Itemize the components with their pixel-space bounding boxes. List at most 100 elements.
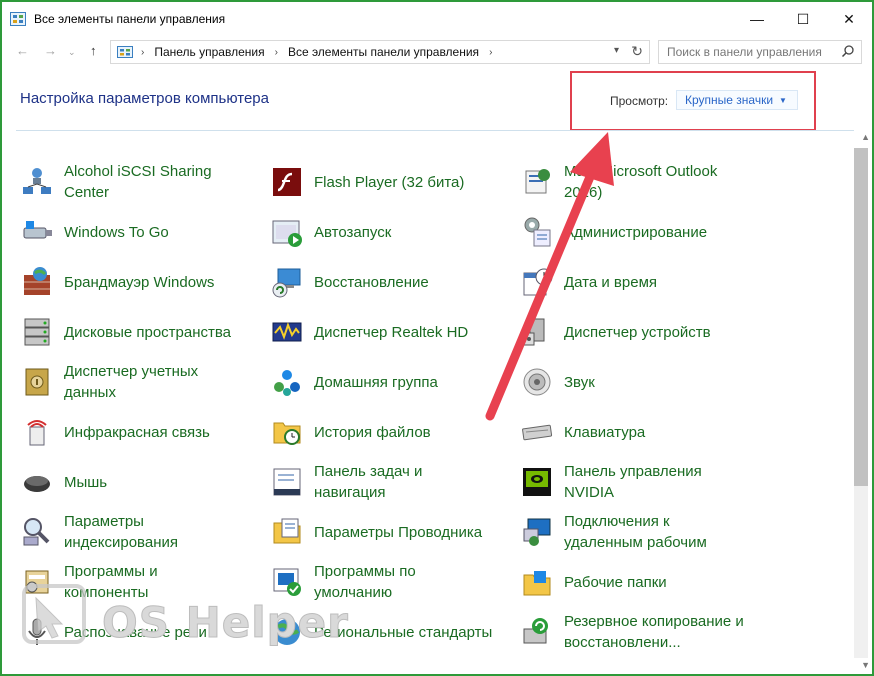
control-panel-item-label: Alcohol iSCSI Sharing Center bbox=[64, 163, 212, 201]
firewall-icon bbox=[20, 265, 54, 299]
control-panel-item-label: Дата и время bbox=[564, 273, 658, 291]
recent-dropdown-icon[interactable]: ⌄ bbox=[68, 47, 76, 58]
keyboard-icon bbox=[520, 415, 554, 449]
control-panel-item-label: История файлов bbox=[314, 423, 431, 441]
control-panel-item-label: Программы по умолчанию bbox=[314, 563, 416, 601]
control-panel-item[interactable]: Mail (Microsoft Outlook 2016) bbox=[520, 157, 760, 207]
up-arrow-icon[interactable]: ↑ bbox=[90, 43, 97, 58]
control-panel-item-label: Диспетчер учетных данных bbox=[64, 363, 199, 401]
forward-arrow-icon[interactable]: → bbox=[44, 43, 57, 58]
remote-desktop-icon bbox=[520, 515, 554, 549]
control-panel-item[interactable]: История файлов bbox=[270, 407, 510, 457]
scroll-down-icon[interactable]: ▼ bbox=[861, 660, 870, 670]
breadcrumb-control-panel[interactable]: Панель управления bbox=[154, 45, 264, 59]
back-arrow-icon[interactable]: ← bbox=[16, 43, 29, 58]
window-title: Все элементы панели управления bbox=[34, 12, 226, 26]
usb-drive-icon bbox=[20, 215, 54, 249]
search-input[interactable]: Поиск в панели управления bbox=[658, 40, 862, 64]
storage-spaces-icon bbox=[20, 315, 54, 349]
address-row: ← → ⌄ ↑ › Панель управления › Все элемен… bbox=[2, 36, 872, 68]
control-panel-item-label: Резервное копирование и восстановлени... bbox=[564, 613, 744, 651]
control-panel-item[interactable]: Восстановление bbox=[270, 257, 510, 307]
control-panel-item[interactable]: Клавиатура bbox=[520, 407, 760, 457]
minimize-button[interactable]: — bbox=[734, 2, 780, 36]
credential-vault-icon bbox=[20, 365, 54, 399]
mail-icon bbox=[520, 165, 554, 199]
search-placeholder: Поиск в панели управления bbox=[667, 45, 822, 59]
close-button[interactable]: ✕ bbox=[826, 2, 872, 36]
control-panel-item[interactable]: Диспетчер устройств bbox=[520, 307, 760, 357]
control-panel-item[interactable]: Панель управления NVIDIA bbox=[520, 457, 760, 507]
control-panel-item[interactable]: Дисковые пространства bbox=[20, 307, 260, 357]
control-panel-item-label: Мышь bbox=[64, 473, 108, 491]
file-history-icon bbox=[270, 415, 304, 449]
control-panel-item[interactable]: Параметры Проводника bbox=[270, 507, 510, 557]
control-panel-item[interactable]: Диспетчер учетных данных bbox=[20, 357, 260, 407]
control-panel-item-label: Диспетчер устройств bbox=[564, 323, 711, 341]
header-divider bbox=[16, 130, 854, 131]
breadcrumb-separator-icon: › bbox=[141, 46, 145, 58]
control-panel-item[interactable]: Alcohol iSCSI Sharing Center bbox=[20, 157, 260, 207]
control-panel-item[interactable]: Панель задач и навигация bbox=[270, 457, 510, 507]
breadcrumb-separator-icon: › bbox=[489, 46, 493, 58]
watermark-text: OS Helper bbox=[102, 598, 349, 648]
speaker-icon bbox=[520, 365, 554, 399]
control-panel-item-label: Инфракрасная связь bbox=[64, 423, 210, 441]
maximize-button[interactable]: ☐ bbox=[780, 2, 826, 36]
control-panel-item-label: Восстановление bbox=[314, 273, 429, 291]
control-panel-item[interactable]: Автозапуск bbox=[270, 207, 510, 257]
control-panel-window: Все элементы панели управления — ☐ ✕ ← →… bbox=[0, 0, 874, 676]
homegroup-icon bbox=[270, 365, 304, 399]
control-panel-item[interactable]: Инфракрасная связь bbox=[20, 407, 260, 457]
folder-options-icon bbox=[270, 515, 304, 549]
backup-icon bbox=[520, 615, 554, 649]
nvidia-icon bbox=[520, 465, 554, 499]
control-panel-item[interactable]: Диспетчер Realtek HD bbox=[270, 307, 510, 357]
network-share-icon bbox=[20, 165, 54, 199]
title-bar: Все элементы панели управления — ☐ ✕ bbox=[2, 2, 872, 36]
page-title: Настройка параметров компьютера bbox=[20, 90, 269, 107]
scrollbar-thumb[interactable] bbox=[854, 148, 868, 486]
control-panel-item[interactable]: Брандмауэр Windows bbox=[20, 257, 260, 307]
maximize-icon: ☐ bbox=[796, 10, 810, 27]
control-panel-item[interactable]: Flash Player (32 бита) bbox=[270, 157, 510, 207]
search-icon[interactable] bbox=[841, 44, 855, 58]
taskbar-icon bbox=[270, 465, 304, 499]
control-panel-item[interactable]: Дата и время bbox=[520, 257, 760, 307]
control-panel-item[interactable]: Windows To Go bbox=[20, 207, 260, 257]
control-panel-icon bbox=[10, 12, 26, 26]
admin-tools-icon bbox=[520, 215, 554, 249]
control-panel-item[interactable]: Звук bbox=[520, 357, 760, 407]
control-panel-item-label: Дисковые пространства bbox=[64, 323, 232, 341]
mouse-icon bbox=[20, 465, 54, 499]
minimize-icon: — bbox=[750, 11, 764, 27]
scroll-up-icon[interactable]: ▲ bbox=[861, 132, 870, 142]
control-panel-item[interactable]: Подключения к удаленным рабочим bbox=[520, 507, 760, 557]
control-panel-item-label: Звук bbox=[564, 373, 595, 391]
breadcrumb-all-items[interactable]: Все элементы панели управления bbox=[288, 45, 479, 59]
control-panel-item[interactable]: Мышь bbox=[20, 457, 260, 507]
control-panel-item[interactable]: Рабочие папки bbox=[520, 557, 760, 607]
calendar-clock-icon bbox=[520, 265, 554, 299]
highlight-box bbox=[570, 71, 816, 131]
control-panel-item[interactable]: Резервное копирование и восстановлени... bbox=[520, 607, 760, 657]
breadcrumb-separator-icon: › bbox=[274, 46, 278, 58]
control-panel-item-label: Flash Player (32 бита) bbox=[314, 173, 465, 191]
control-panel-small-icon bbox=[117, 46, 133, 58]
control-panel-item-label: Рабочие папки bbox=[564, 573, 667, 591]
control-panel-item-label: Брандмауэр Windows bbox=[64, 273, 215, 291]
control-panel-item[interactable]: Параметры индексирования bbox=[20, 507, 260, 557]
refresh-icon[interactable]: ↻ bbox=[631, 43, 643, 60]
control-panel-item-label: Mail (Microsoft Outlook 2016) bbox=[564, 163, 718, 201]
control-panel-item-label: Диспетчер Realtek HD bbox=[314, 323, 469, 341]
control-panel-item[interactable]: Администрирование bbox=[520, 207, 760, 257]
address-bar[interactable]: › Панель управления › Все элементы панел… bbox=[110, 40, 650, 64]
control-panel-item-label: Автозапуск bbox=[314, 223, 392, 241]
work-folders-icon bbox=[520, 565, 554, 599]
control-panel-item-label: Панель задач и навигация bbox=[314, 463, 423, 501]
address-dropdown-icon[interactable]: ▾ bbox=[614, 45, 619, 56]
control-panel-item[interactable]: Домашняя группа bbox=[270, 357, 510, 407]
device-manager-icon bbox=[520, 315, 554, 349]
indexing-icon bbox=[20, 515, 54, 549]
flash-player-icon bbox=[270, 165, 304, 199]
